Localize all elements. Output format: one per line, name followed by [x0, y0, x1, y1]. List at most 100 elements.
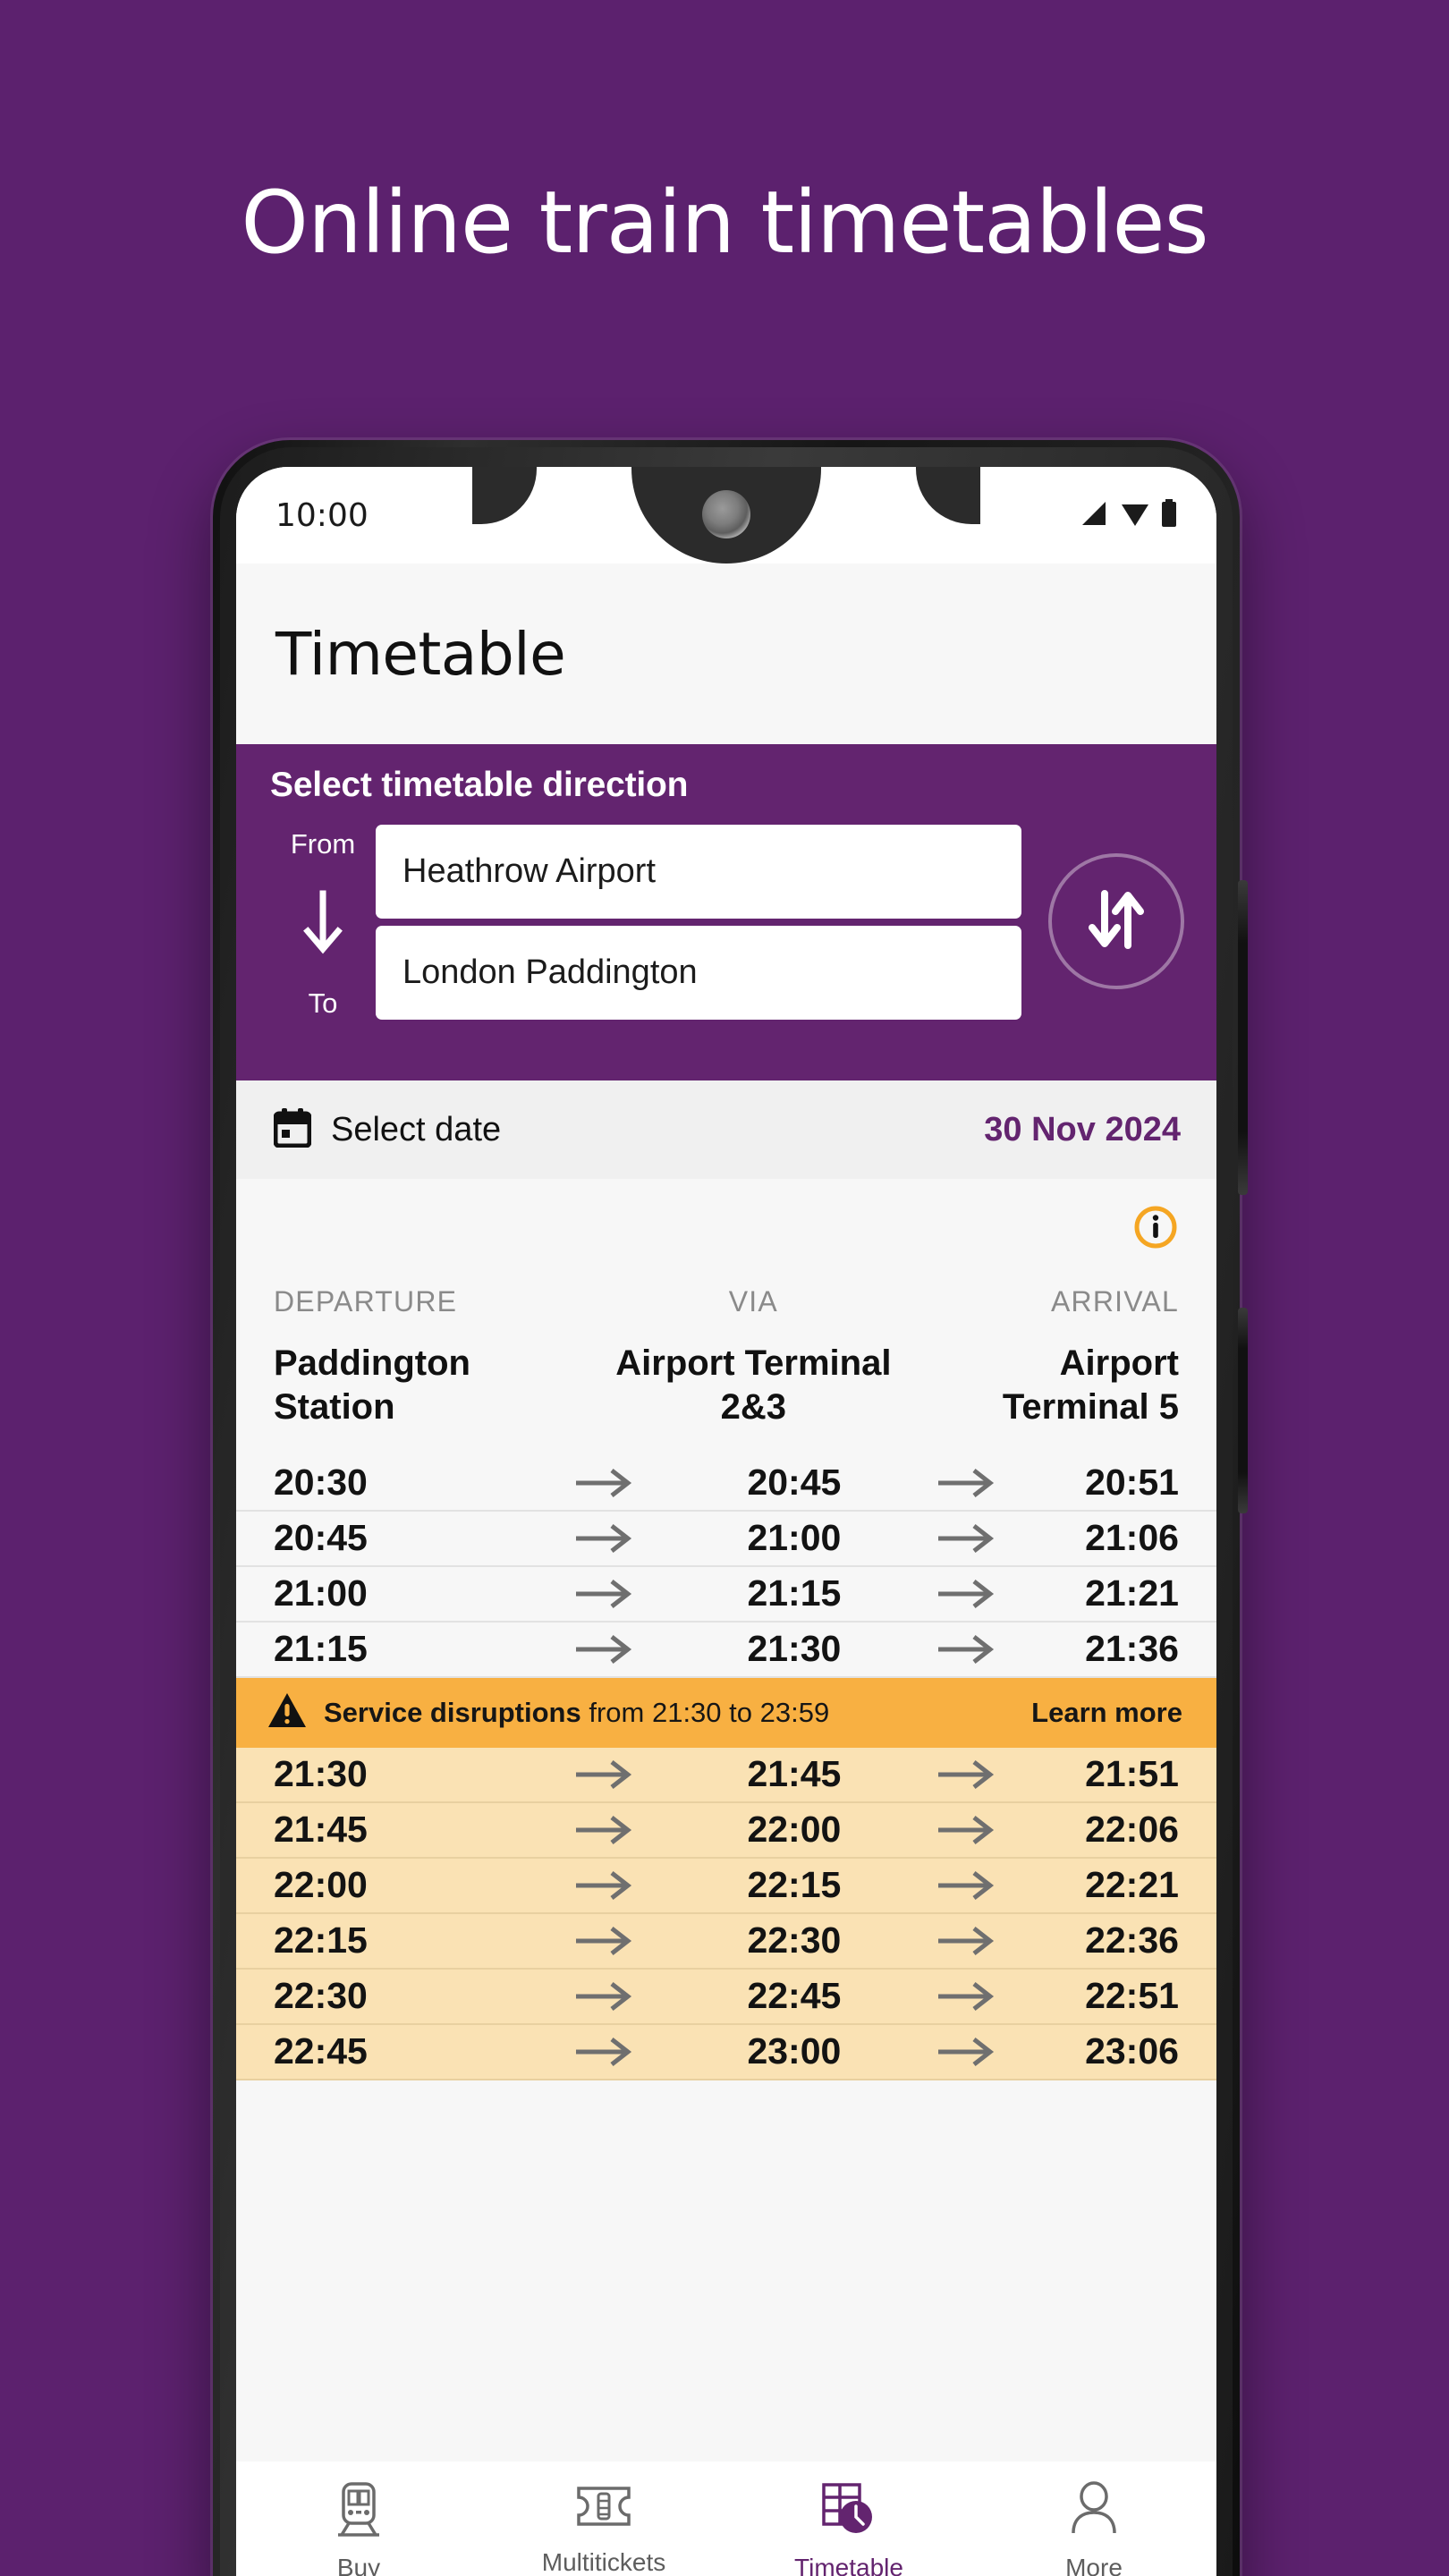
arrow-right-icon [898, 1523, 1034, 1554]
station-fields: Heathrow Airport London Paddington [376, 825, 1021, 1020]
cell-via: 23:00 [747, 2030, 842, 2072]
cell-departure: 22:45 [274, 2030, 368, 2072]
column-header-via: VIA [728, 1285, 778, 1318]
from-to-indicator: From To [270, 825, 376, 1020]
cell-via: 22:15 [747, 1864, 842, 1906]
phone-screen: 10:00 Timetable Select timetable directi… [236, 467, 1216, 2576]
cell-via: 21:15 [747, 1572, 842, 1614]
cell-arrival: 21:51 [1085, 1753, 1179, 1795]
arrow-right-icon [518, 1926, 690, 1956]
nav-label-more: More [1065, 2554, 1123, 2576]
arrow-down-icon [302, 890, 343, 958]
arrow-right-icon [518, 2037, 690, 2067]
table-row[interactable]: 21:00 21:15 21:21 [236, 1567, 1216, 1623]
from-label: From [290, 828, 356, 860]
status-icon-group [1079, 498, 1177, 532]
disruption-detail: from 21:30 to 23:59 [589, 1696, 830, 1728]
arrow-right-icon [518, 1870, 690, 1901]
table-row[interactable]: 21:15 21:30 21:36 [236, 1623, 1216, 1678]
timetable-clock-icon [820, 2481, 877, 2541]
screen-title: Timetable [275, 619, 566, 689]
cell-arrival: 22:06 [1085, 1809, 1179, 1851]
nav-label-multitickets: Multitickets [541, 2548, 666, 2576]
disruption-title: Service disruptions [324, 1696, 581, 1728]
cell-via: 21:30 [747, 1628, 842, 1670]
arrow-right-icon [518, 1468, 690, 1498]
station-names-row: Paddington Station Airport Terminal 2&3 … [236, 1318, 1216, 1429]
timetable-body: DEPARTURE VIA ARRIVAL Paddington Station… [236, 1179, 1216, 2576]
front-camera-icon [702, 490, 750, 538]
person-icon [1068, 2481, 1120, 2541]
nav-item-multitickets[interactable]: Multitickets [481, 2481, 726, 2576]
table-row[interactable]: 22:45 23:00 23:06 [236, 2024, 1216, 2080]
info-icon[interactable] [1132, 1204, 1179, 1255]
cell-arrival: 21:36 [1085, 1628, 1179, 1670]
nav-item-buy[interactable]: Buy [236, 2481, 481, 2576]
cell-departure: 22:00 [274, 1864, 368, 1906]
station-departure: Paddington Station [274, 1343, 470, 1427]
cell-departure: 21:45 [274, 1809, 368, 1851]
arrow-right-icon [518, 1759, 690, 1790]
column-header-arrival: ARRIVAL [1051, 1285, 1179, 1318]
phone-device: 10:00 Timetable Select timetable directi… [213, 440, 1248, 2576]
nav-item-timetable[interactable]: Timetable [726, 2481, 971, 2576]
cell-departure: 22:15 [274, 1919, 368, 1962]
cell-departure: 21:00 [274, 1572, 368, 1614]
warning-triangle-icon [267, 1691, 308, 1733]
cell-via: 21:00 [747, 1517, 842, 1559]
power-button[interactable] [1238, 1308, 1248, 1513]
cell-arrival: 22:21 [1085, 1864, 1179, 1906]
arrow-right-icon [898, 1579, 1034, 1609]
cell-via: 20:45 [747, 1462, 842, 1504]
cell-departure: 21:30 [274, 1753, 368, 1795]
battery-icon [1161, 498, 1177, 532]
learn-more-link[interactable]: Learn more [1031, 1697, 1182, 1729]
cell-arrival: 22:36 [1085, 1919, 1179, 1962]
swap-direction-button[interactable] [1048, 853, 1184, 989]
info-row [236, 1179, 1216, 1255]
table-row[interactable]: 21:30 21:45 21:51 [236, 1747, 1216, 1803]
arrow-right-icon [518, 1981, 690, 2012]
cell-via: 22:45 [747, 1975, 842, 2017]
table-row[interactable]: 20:45 21:00 21:06 [236, 1512, 1216, 1567]
direction-controls: From To Heathrow Airport London Paddingt… [270, 825, 1184, 1020]
disruption-text: Service disruptions from 21:30 to 23:59 [324, 1697, 1015, 1729]
cell-arrival: 21:06 [1085, 1517, 1179, 1559]
selected-date-value[interactable]: 30 Nov 2024 [984, 1111, 1181, 1149]
column-header-departure: DEPARTURE [274, 1285, 458, 1318]
cell-departure: 21:15 [274, 1628, 368, 1670]
cell-departure: 22:30 [274, 1975, 368, 2017]
wifi-icon [1120, 500, 1150, 531]
station-arrival: Airport Terminal 5 [1002, 1343, 1179, 1427]
service-disruption-banner[interactable]: Service disruptions from 21:30 to 23:59 … [236, 1677, 1216, 1748]
direction-heading: Select timetable direction [270, 766, 689, 804]
column-headers: DEPARTURE VIA ARRIVAL [236, 1255, 1216, 1318]
arrow-right-icon [518, 1815, 690, 1845]
arrow-right-icon [898, 1926, 1034, 1956]
volume-button[interactable] [1238, 880, 1248, 1195]
table-row[interactable]: 22:15 22:30 22:36 [236, 1913, 1216, 1970]
arrow-right-icon [898, 2037, 1034, 2067]
to-station-input[interactable]: London Paddington [376, 926, 1021, 1020]
arrow-right-icon [898, 1759, 1034, 1790]
select-date-label: Select date [331, 1110, 502, 1148]
table-row[interactable]: 22:00 22:15 22:21 [236, 1858, 1216, 1914]
cell-arrival: 20:51 [1085, 1462, 1179, 1504]
cell-via: 22:30 [747, 1919, 842, 1962]
table-row[interactable]: 20:30 20:45 20:51 [236, 1456, 1216, 1512]
select-date-left: Select date [273, 1107, 502, 1152]
signal-icon [1079, 500, 1109, 531]
cell-arrival: 21:21 [1085, 1572, 1179, 1614]
select-date-row[interactable]: Select date 30 Nov 2024 [236, 1080, 1216, 1179]
bottom-navigation: Buy Multitickets Timetable More [236, 2462, 1216, 2576]
from-station-input[interactable]: Heathrow Airport [376, 825, 1021, 919]
table-row[interactable]: 22:30 22:45 22:51 [236, 1969, 1216, 2025]
table-row[interactable]: 21:45 22:00 22:06 [236, 1802, 1216, 1859]
nav-item-more[interactable]: More [971, 2481, 1216, 2576]
arrow-right-icon [518, 1634, 690, 1665]
cell-departure: 20:45 [274, 1517, 368, 1559]
nav-label-timetable: Timetable [794, 2554, 903, 2576]
arrow-right-icon [898, 1870, 1034, 1901]
cell-via: 22:00 [747, 1809, 842, 1851]
cell-departure: 20:30 [274, 1462, 368, 1504]
